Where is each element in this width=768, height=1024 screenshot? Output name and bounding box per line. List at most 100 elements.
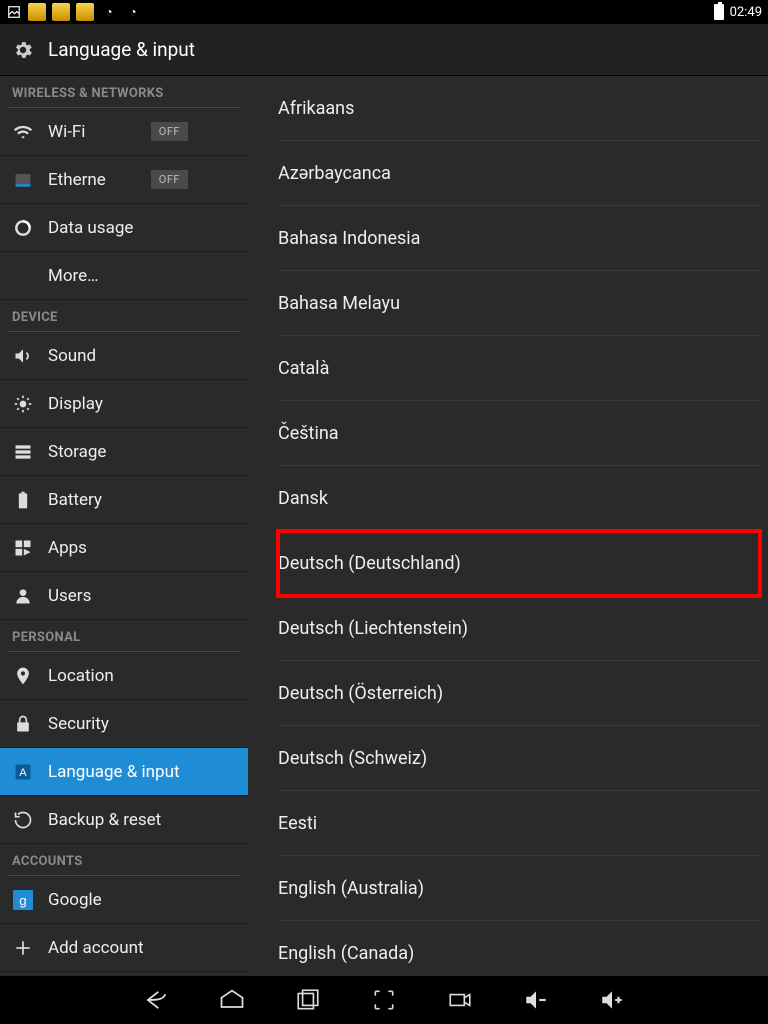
language-option-cestina[interactable]: Čeština [278,401,760,466]
language-label: Čeština [278,423,339,444]
section-wireless: WIRELESS & NETWORKS [0,76,248,107]
battery-icon [12,489,34,511]
language-label: Dansk [278,488,328,509]
sidebar-item-label: Apps [48,538,87,558]
sidebar-item-label: Location [48,666,114,686]
language-option-bahasa-indonesia[interactable]: Bahasa Indonesia [278,206,760,271]
section-personal: PERSONAL [0,620,248,651]
lock-icon [12,713,34,735]
picture-icon [6,4,22,20]
sidebar-item-location[interactable]: Location [0,652,248,700]
sidebar-item-label: Google [48,890,102,910]
sidebar-item-label: Language & input [48,762,180,782]
sidebar-item-storage[interactable]: Storage [0,428,248,476]
sidebar-item-ethernet[interactable]: Etherne OFF [0,156,248,204]
volume-down-button[interactable] [520,984,552,1016]
settings-gear-icon [12,39,34,61]
sidebar-item-label: Data usage [48,218,133,238]
storage-icon [12,441,34,463]
ethernet-toggle-off[interactable]: OFF [151,170,188,189]
settings-header: Language & input [0,24,768,76]
language-option-deutsch-osterreich[interactable]: Deutsch (Österreich) [278,661,760,726]
language-option-deutsch-schweiz[interactable]: Deutsch (Schweiz) [278,726,760,791]
sidebar-item-label: Etherne [48,170,106,190]
settings-sidebar: WIRELESS & NETWORKS Wi-Fi OFF Etherne OF… [0,76,248,976]
volume-up-button[interactable] [596,984,628,1016]
back-button[interactable] [140,984,172,1016]
language-label: Català [278,358,329,379]
sidebar-item-users[interactable]: Users [0,572,248,620]
language-label: Deutsch (Österreich) [278,683,443,704]
apps-icon [12,537,34,559]
sidebar-item-language-input[interactable]: A Language & input [0,748,248,796]
data-usage-icon [12,217,34,239]
status-bar: ◔ ◔ 02:49 [0,0,768,24]
language-label: Eesti [278,813,317,834]
svg-text:A: A [19,767,27,779]
language-option-afrikaans[interactable]: Afrikaans [278,76,760,141]
sidebar-item-label: Security [48,714,109,734]
language-label: Bahasa Melayu [278,293,400,314]
section-device: DEVICE [0,300,248,331]
sidebar-item-display[interactable]: Display [0,380,248,428]
battery-icon [714,4,724,20]
language-option-azerbaycanca[interactable]: Azərbaycanca [278,141,760,206]
sidebar-item-more[interactable]: More… [0,252,248,300]
language-label: English (Canada) [278,943,414,964]
recent-apps-button[interactable] [292,984,324,1016]
language-label: Deutsch (Liechtenstein) [278,618,468,639]
sidebar-item-label: Users [48,586,91,606]
language-label: English (Australia) [278,878,424,899]
sidebar-item-battery[interactable]: Battery [0,476,248,524]
plus-icon [12,937,34,959]
sidebar-item-label: Wi-Fi [48,122,85,142]
svg-text:g: g [19,893,26,908]
clock: 02:49 [730,5,762,20]
app-notification-icon [28,3,46,21]
sidebar-item-data-usage[interactable]: Data usage [0,204,248,252]
language-label: Bahasa Indonesia [278,228,420,249]
sidebar-item-label: More… [48,266,99,286]
language-option-dansk[interactable]: Dansk [278,466,760,531]
language-label: Deutsch (Schweiz) [278,748,427,769]
language-label: Deutsch (Deutschland) [278,553,461,574]
navigation-bar [0,976,768,1024]
eye-notification-icon: ◔ [100,3,118,21]
sidebar-item-google[interactable]: g Google [0,876,248,924]
video-record-button[interactable] [444,984,476,1016]
language-option-bahasa-melayu[interactable]: Bahasa Melayu [278,271,760,336]
screenshot-button[interactable] [368,984,400,1016]
location-icon [12,665,34,687]
page-title: Language & input [48,38,195,61]
sidebar-item-label: Backup & reset [48,810,161,830]
eye-notification-icon: ◔ [124,3,142,21]
app-notification-icon [76,3,94,21]
language-option-deutsch-deutschland[interactable]: Deutsch (Deutschland) [278,531,760,596]
section-accounts: ACCOUNTS [0,844,248,875]
language-list[interactable]: Afrikaans Azərbaycanca Bahasa Indonesia … [248,76,768,976]
sound-icon [12,345,34,367]
users-icon [12,585,34,607]
sidebar-item-sound[interactable]: Sound [0,332,248,380]
language-option-eesti[interactable]: Eesti [278,791,760,856]
wifi-toggle-off[interactable]: OFF [151,122,188,141]
language-option-english-canada[interactable]: English (Canada) [278,921,760,976]
sidebar-item-label: Add account [48,938,144,958]
sidebar-item-label: Battery [48,490,102,510]
app-notification-icon [52,3,70,21]
google-icon: g [12,889,34,911]
sidebar-item-apps[interactable]: Apps [0,524,248,572]
language-option-english-australia[interactable]: English (Australia) [278,856,760,921]
home-button[interactable] [216,984,248,1016]
sidebar-item-backup-reset[interactable]: Backup & reset [0,796,248,844]
backup-icon [12,809,34,831]
language-option-deutsch-liechtenstein[interactable]: Deutsch (Liechtenstein) [278,596,760,661]
sidebar-item-label: Display [48,394,103,414]
language-label: Azərbaycanca [278,163,391,184]
language-icon: A [12,761,34,783]
sidebar-item-security[interactable]: Security [0,700,248,748]
sidebar-item-label: Sound [48,346,96,366]
sidebar-item-wifi[interactable]: Wi-Fi OFF [0,108,248,156]
sidebar-item-add-account[interactable]: Add account [0,924,248,972]
language-option-catala[interactable]: Català [278,336,760,401]
